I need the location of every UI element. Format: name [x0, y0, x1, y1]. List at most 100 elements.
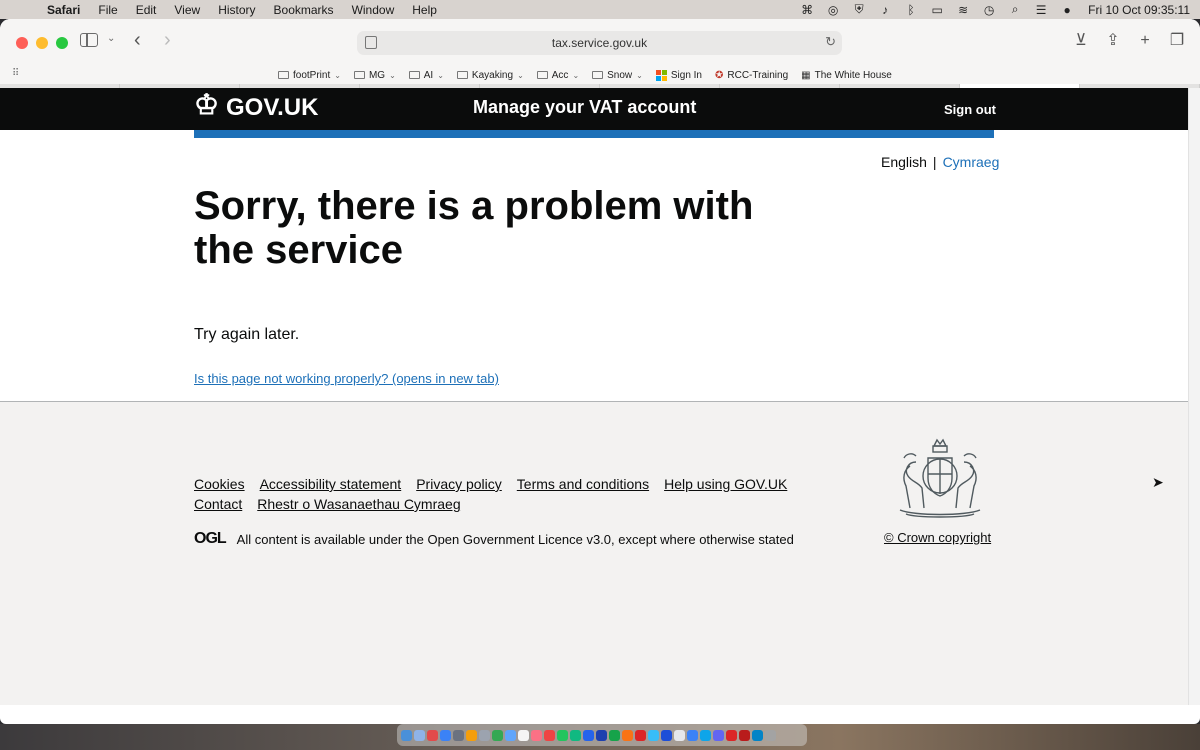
footer-link-terms-and-conditions[interactable]: Terms and conditions: [517, 475, 649, 493]
close-window-button[interactable]: [16, 36, 28, 49]
menu-bar-clock[interactable]: Fri 10 Oct 09:35:11: [1080, 3, 1190, 17]
dock-app-icon[interactable]: [492, 729, 503, 741]
dock-app-icon[interactable]: [505, 729, 516, 741]
dock-app-icon[interactable]: [479, 729, 490, 741]
language-separator: |: [932, 154, 937, 170]
service-name[interactable]: Manage your VAT account: [473, 97, 696, 118]
menu-window[interactable]: Window: [343, 3, 404, 17]
dock-app-icon[interactable]: [583, 729, 594, 741]
back-arrow-icon[interactable]: ‹: [134, 29, 141, 52]
new-tab-icon[interactable]: +: [1136, 31, 1154, 51]
page-menu-icon[interactable]: [365, 36, 377, 49]
favorite-label: Snow: [607, 69, 633, 81]
dock-app-icon[interactable]: [531, 729, 542, 741]
menu-view[interactable]: View: [165, 3, 209, 17]
favorite-the-white-house[interactable]: ▦ The White House: [801, 70, 892, 81]
dock-app-icon[interactable]: [440, 729, 451, 741]
clock-icon[interactable]: ◷: [976, 3, 1002, 17]
share-icon[interactable]: ⇪: [1104, 31, 1122, 51]
dock-app-icon[interactable]: [609, 729, 620, 741]
translate-icon[interactable]: ⌘: [794, 3, 820, 17]
dock-app-icon[interactable]: [765, 729, 776, 741]
address-bar[interactable]: tax.service.gov.uk ↻: [357, 31, 842, 55]
dock-app-icon[interactable]: [544, 729, 555, 741]
tab-overview-icon[interactable]: ❐: [1168, 31, 1186, 51]
vpn-icon[interactable]: ◎: [820, 3, 846, 17]
favorite-rcc-training[interactable]: ✪ RCC-Training: [715, 70, 788, 81]
dock-app-icon[interactable]: [518, 729, 529, 741]
favorite-label: The White House: [814, 69, 892, 81]
open-government-licence-link[interactable]: Open Government Licence v3.0: [427, 532, 611, 547]
menu-file[interactable]: File: [89, 3, 126, 17]
dock-app-icon[interactable]: [674, 729, 685, 741]
sidebar-toggle-icon[interactable]: [80, 33, 98, 47]
menu-edit[interactable]: Edit: [127, 3, 166, 17]
footer-link-help-using-gov-uk[interactable]: Help using GOV.UK: [664, 475, 787, 493]
folder-icon: [278, 71, 289, 79]
favorite-acc[interactable]: Acc ⌄: [536, 70, 579, 81]
favorites-grid-icon[interactable]: ⠿: [12, 68, 19, 79]
dock-app-icon[interactable]: [622, 729, 633, 741]
dock-app-icon[interactable]: [557, 729, 568, 741]
dock-app-icon[interactable]: [661, 729, 672, 741]
wifi-icon[interactable]: ≋: [950, 3, 976, 17]
dock-app-icon[interactable]: [687, 729, 698, 741]
dock-app-icon[interactable]: [453, 729, 464, 741]
menu-history[interactable]: History: [209, 3, 264, 17]
menu-bookmarks[interactable]: Bookmarks: [265, 3, 343, 17]
footer-link-privacy-policy[interactable]: Privacy policy: [416, 475, 502, 493]
page-scrollbar[interactable]: [1188, 88, 1200, 705]
language-cymraeg-link[interactable]: Cymraeg: [943, 154, 1000, 170]
sign-out-link[interactable]: Sign out: [944, 102, 996, 117]
dock-app-icon[interactable]: [635, 729, 646, 741]
volume-icon[interactable]: ♪: [872, 3, 898, 17]
chevron-down-icon: ⌄: [636, 70, 643, 80]
battery-icon[interactable]: ▭: [924, 3, 950, 17]
dock-app-icon[interactable]: [401, 729, 412, 741]
favorite-footprint[interactable]: footPrint ⌄: [278, 70, 341, 81]
chevron-down-icon: ⌄: [389, 70, 396, 80]
bluetooth-icon[interactable]: ᛒ: [898, 3, 924, 17]
menu-help[interactable]: Help: [403, 3, 446, 17]
app-menu[interactable]: Safari: [38, 3, 89, 17]
dock-app-icon[interactable]: [739, 729, 750, 741]
dock-app-icon[interactable]: [700, 729, 711, 741]
footer-link-rhestr-o-wasanaethau-cymraeg[interactable]: Rhestr o Wasanaethau Cymraeg: [257, 495, 460, 513]
govuk-logo[interactable]: GOV.UK: [194, 91, 318, 122]
search-icon[interactable]: ⌕: [1002, 2, 1028, 17]
dock-app-icon[interactable]: [570, 729, 581, 741]
browser-toolbar: ⌄ ‹ › tax.service.gov.uk ↻ ⊻ ⇪ + ❐: [0, 19, 1200, 66]
dock-app-icon[interactable]: [713, 729, 724, 741]
report-problem-link[interactable]: Is this page not working properly? (open…: [194, 371, 499, 386]
footer-link-cookies[interactable]: Cookies: [194, 475, 245, 493]
toolbar-actions: ⊻ ⇪ + ❐: [1072, 31, 1186, 51]
dock-app-icon[interactable]: [427, 729, 438, 741]
dock-app-icon[interactable]: [648, 729, 659, 741]
footer-link-accessibility-statement[interactable]: Accessibility statement: [260, 475, 402, 493]
reload-icon[interactable]: ↻: [825, 34, 836, 50]
footer-links: Cookies Accessibility statement Privacy po…: [194, 475, 834, 513]
govuk-header: GOV.UK Manage your VAT account Sign out: [0, 88, 1188, 130]
dock-app-icon[interactable]: [596, 729, 607, 741]
chevron-down-icon: ⌄: [517, 70, 524, 80]
minimize-window-button[interactable]: [36, 36, 48, 49]
favorite-kayaking[interactable]: Kayaking ⌄: [456, 70, 524, 81]
siri-icon[interactable]: ●: [1054, 3, 1080, 17]
footer-link-contact[interactable]: Contact: [194, 495, 242, 513]
dock-app-icon[interactable]: [466, 729, 477, 741]
downloads-icon[interactable]: ⊻: [1072, 31, 1090, 51]
favorite-ai[interactable]: AI ⌄: [408, 70, 444, 81]
favorite-mg[interactable]: MG ⌄: [353, 70, 396, 81]
forward-arrow-icon[interactable]: ›: [164, 29, 171, 52]
shield-icon[interactable]: ⛨: [846, 2, 872, 17]
fullscreen-window-button[interactable]: [56, 36, 68, 49]
crown-copyright-link[interactable]: © Crown copyright: [884, 530, 991, 545]
dock-app-icon[interactable]: [752, 729, 763, 741]
dock-app-icon[interactable]: [726, 729, 737, 741]
chevron-down-icon[interactable]: ⌄: [107, 33, 115, 44]
favorite-snow[interactable]: Snow ⌄: [592, 70, 643, 81]
dock-app-icon[interactable]: [414, 729, 425, 741]
white-house-icon: ▦: [801, 69, 811, 81]
favorite-sign-in[interactable]: Sign In: [655, 69, 702, 81]
control-center-icon[interactable]: ☰: [1028, 3, 1054, 17]
